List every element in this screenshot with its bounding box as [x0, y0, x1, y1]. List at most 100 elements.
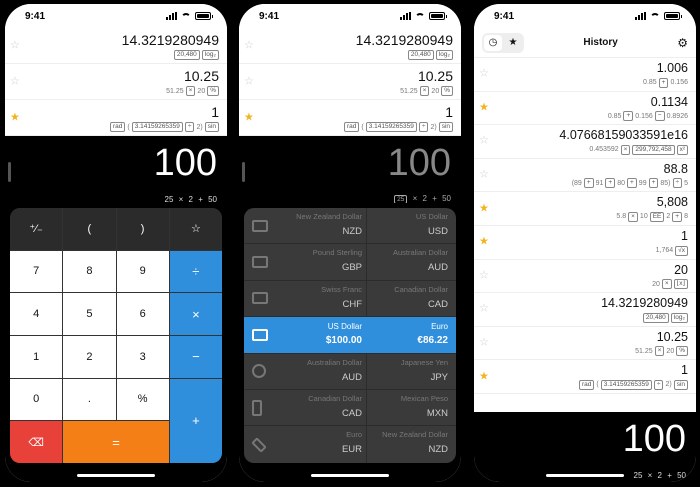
history-result: 1: [681, 363, 688, 378]
history-header: ◷ ★ History ⚙: [474, 28, 696, 58]
digit-7-button[interactable]: 7: [10, 250, 63, 293]
history-list: ☆ 1.006 0.85 +0.156 ★ 0.1134 0.85 +0.156−0…: [474, 58, 696, 394]
digit-1-button[interactable]: 1: [10, 336, 63, 378]
history-expression: 51.25 × 20%: [166, 86, 219, 96]
history-expression: (89 +91 +80 +99 +85) ÷ 5: [571, 178, 688, 189]
digit-6-button[interactable]: 6: [116, 293, 169, 335]
star-filled-icon[interactable]: ★: [244, 112, 254, 123]
percent-button[interactable]: %: [116, 378, 169, 421]
currency-pair-row[interactable]: Canadian Dollar CAD Mexican Peso MXN: [244, 390, 456, 427]
digit-8-button[interactable]: 8: [63, 250, 116, 293]
history-result: 14.3219280949: [355, 32, 453, 48]
star-filled-icon[interactable]: ★: [479, 236, 489, 248]
phone-currency: 9:41 ☆ 14.3219280949 20,480 log₂ ☆ 10.25 …: [239, 4, 461, 482]
history-row[interactable]: ★ 0.1134 0.85 +0.156−0.8926: [474, 91, 696, 126]
currency-pair-row-selected[interactable]: US Dollar $100.00 Euro €86.22: [244, 317, 456, 354]
history-expression: 0.85 +0.156−0.8926: [607, 111, 688, 122]
digit-5-button[interactable]: 5: [63, 293, 116, 335]
star-icon[interactable]: ☆: [479, 169, 489, 181]
history-result: 5,808: [656, 195, 688, 210]
history-row[interactable]: ☆ 10.25 51.25 × 20%: [5, 64, 227, 100]
star-icon[interactable]: ☆: [479, 135, 489, 147]
star-filled-icon[interactable]: ★: [479, 203, 489, 214]
digit-9-button[interactable]: 9: [116, 250, 169, 293]
display-value: 100: [153, 142, 217, 184]
currency-pair-row[interactable]: New Zealand Dollar NZD US Dollar USD: [244, 208, 456, 245]
multiply-button[interactable]: ×: [169, 293, 222, 335]
star-icon[interactable]: ☆: [479, 303, 489, 315]
star-filled-icon[interactable]: ★: [479, 102, 489, 113]
wifi-icon: [415, 12, 425, 20]
history-row[interactable]: ☆ 10.25 51.25 × 20%: [474, 326, 696, 361]
star-filled-icon[interactable]: ★: [504, 35, 522, 51]
phone-history: 9:41 ◷ ★ History ⚙ ☆ 1.006 0.85 +0.156 ★ …: [474, 4, 696, 482]
digit-2-button[interactable]: 2: [63, 336, 116, 378]
home-indicator: [546, 474, 624, 477]
history-row[interactable]: ★ 5,808 5.8 × 10 EE 2 +8: [474, 192, 696, 226]
star-icon[interactable]: ☆: [479, 270, 489, 281]
subtract-button[interactable]: −: [169, 336, 222, 378]
star-icon[interactable]: ☆: [479, 337, 489, 349]
home-indicator: [311, 474, 389, 477]
digit-4-button[interactable]: 4: [10, 293, 63, 335]
history-row[interactable]: ☆ 14.3219280949 20,480 log₂: [5, 28, 227, 64]
star-icon[interactable]: ☆: [244, 40, 254, 51]
phone-calculator: 9:41 ☆ 14.3219280949 20,480 log₂ ☆ 10.25 …: [5, 4, 227, 482]
history-row[interactable]: ★ 1 1,764 √x: [474, 225, 696, 260]
history-expression: 1,764 √x: [656, 245, 688, 256]
star-icon[interactable]: ☆: [244, 76, 254, 87]
history-row[interactable]: ☆ 4.07668159033591e16 0.453592 × 299,792,4…: [474, 125, 696, 159]
negate-button[interactable]: ⁺⁄₋: [10, 208, 63, 250]
currency-pair-row[interactable]: Swiss Franc CHF Canadian Dollar CAD: [244, 281, 456, 318]
status-bar: 9:41: [474, 4, 696, 28]
history-row[interactable]: ☆ 88.8 (89 +91 +80 +99 +85) ÷ 5: [474, 158, 696, 193]
star-icon[interactable]: ☆: [479, 68, 489, 80]
page-title: History: [583, 37, 618, 48]
digit-3-button[interactable]: 3: [116, 336, 169, 378]
history-expression: rad(3.14159265359 ÷ 2) sin: [109, 122, 219, 132]
star-icon[interactable]: ☆: [10, 40, 20, 51]
history-row[interactable]: ★ 1 rad(3.14159265359 ÷ 2) sin: [5, 100, 227, 136]
clock-icon[interactable]: ◷: [484, 34, 502, 51]
equals-button[interactable]: =: [63, 421, 169, 463]
currency-pair-row[interactable]: Euro EUR New Zealand Dollar NZD: [244, 426, 456, 462]
history-expression: 51.25 × 20%: [400, 86, 453, 96]
add-button[interactable]: +: [169, 378, 222, 463]
drag-handle[interactable]: [242, 162, 245, 182]
history-row[interactable]: ☆ 14.3219280949 20,480 log₂: [239, 28, 461, 64]
history-row[interactable]: ☆ 1.006 0.85 +0.156: [474, 58, 696, 92]
currency-pair-row[interactable]: Australian Dollar AUD Japanese Yen JPY: [244, 354, 456, 390]
signal-icon: [635, 12, 646, 20]
close-paren-button[interactable]: ): [116, 208, 169, 250]
currency-pair-row[interactable]: Pound Sterling GBP Australian Dollar AUD: [244, 244, 456, 281]
gear-icon[interactable]: ⚙: [677, 36, 688, 50]
drag-handle[interactable]: [8, 162, 11, 182]
history-row[interactable]: ☆ 20 20 × ⌊x⌋: [474, 259, 696, 294]
history-expression: 20,480 log₂: [642, 312, 688, 323]
history-result: 1: [681, 228, 688, 243]
divide-button[interactable]: ÷: [169, 250, 222, 293]
history-row[interactable]: ☆ 10.25 51.25 × 20%: [239, 64, 461, 100]
banknote-icon: [252, 219, 268, 232]
history-row[interactable]: ☆ 14.3219280949 20,480 log₂: [474, 293, 696, 327]
battery-icon: [429, 12, 447, 20]
history-row[interactable]: ★ 1 rad(3.14159265359 ÷ 2) sin: [474, 360, 696, 394]
history-expression: 20,480 log₂: [173, 50, 219, 60]
decimal-button[interactable]: .: [63, 378, 116, 421]
backspace-button[interactable]: ⌫: [10, 421, 63, 463]
history-result: 10.25: [417, 68, 453, 84]
signal-icon: [400, 12, 411, 20]
history-row[interactable]: ★ 1 rad(3.14159265359 ÷ 2) sin: [239, 100, 461, 136]
star-icon[interactable]: ☆: [10, 76, 20, 87]
history-expression: 20 × ⌊x⌋: [652, 279, 688, 290]
wifi-icon: [181, 12, 191, 20]
history-result: 14.3219280949: [121, 32, 219, 48]
digit-0-button[interactable]: 0: [10, 378, 63, 421]
favorite-button[interactable]: ☆: [169, 208, 222, 250]
battery-icon: [664, 12, 682, 20]
star-filled-icon[interactable]: ★: [479, 371, 489, 382]
gold-bar-icon: [252, 292, 268, 305]
star-filled-icon[interactable]: ★: [10, 112, 20, 123]
open-paren-button[interactable]: (: [63, 208, 116, 250]
history-result: 1.006: [656, 61, 688, 75]
